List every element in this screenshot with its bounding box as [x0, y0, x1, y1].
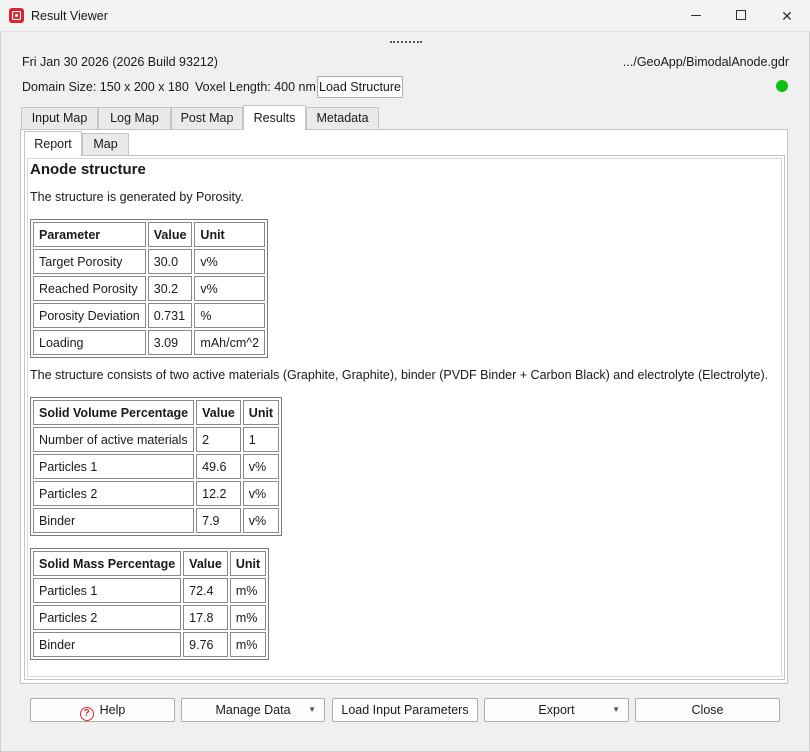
table-cell: Binder — [33, 632, 182, 657]
table-cell: 30.2 — [147, 276, 193, 301]
table-cell: m% — [229, 578, 267, 603]
table-cell: v% — [242, 481, 280, 506]
tab-metadata[interactable]: Metadata — [306, 107, 379, 129]
table-cell: v% — [242, 508, 280, 533]
table-cell: 7.9 — [196, 508, 241, 533]
table-cell: 2 — [196, 427, 241, 452]
table-header: Unit — [242, 400, 280, 425]
status-indicator — [776, 80, 788, 92]
table-header: Unit — [229, 551, 267, 576]
build-date-label: Fri Jan 30 2026 (2026 Build 93212) — [22, 55, 218, 69]
table-cell: Reached Porosity — [33, 276, 146, 301]
dropdown-arrow-icon: ▼ — [308, 705, 316, 714]
volume-table: Solid Volume Percentage Value Unit Numbe… — [30, 397, 283, 536]
table-cell: 1 — [242, 427, 280, 452]
table-cell: Particles 1 — [33, 454, 195, 479]
minimize-button[interactable] — [673, 0, 719, 32]
table-cell: v% — [242, 454, 280, 479]
table-header: Value — [196, 400, 241, 425]
table-row: Particles 2 12.2 v% — [33, 481, 280, 506]
subtab-report[interactable]: Report — [24, 131, 82, 156]
table-row: Number of active materials 2 1 — [33, 427, 280, 452]
title-bar: Result Viewer ✕ — [0, 0, 810, 32]
table-row: Target Porosity 30.0 v% — [33, 249, 266, 274]
close-window-button[interactable]: ✕ — [764, 0, 810, 32]
table-header: Value — [183, 551, 228, 576]
help-button[interactable]: ? Help — [30, 698, 175, 722]
table-cell: m% — [229, 605, 267, 630]
table-header: Unit — [194, 222, 266, 247]
splitter-grip[interactable] — [390, 41, 422, 45]
table-header-row: Solid Mass Percentage Value Unit — [33, 551, 267, 576]
table-header-row: Parameter Value Unit — [33, 222, 266, 247]
table-cell: v% — [194, 249, 266, 274]
table-cell: Target Porosity — [33, 249, 146, 274]
dropdown-arrow-icon: ▼ — [612, 705, 620, 714]
table-row: Binder 7.9 v% — [33, 508, 280, 533]
mass-table: Solid Mass Percentage Value Unit Particl… — [30, 548, 270, 660]
table-row: Particles 1 49.6 v% — [33, 454, 280, 479]
manage-data-label: Manage Data — [215, 703, 291, 717]
voxel-length-label: Voxel Length: 400 nm — [195, 80, 316, 94]
subtab-map[interactable]: Map — [82, 133, 129, 155]
table-cell: 9.76 — [183, 632, 228, 657]
table-cell: 3.09 — [147, 330, 193, 355]
help-button-label: Help — [99, 703, 126, 717]
table-header: Parameter — [33, 222, 146, 247]
table-row: Loading 3.09 mAh/cm^2 — [33, 330, 266, 355]
table-cell: 12.2 — [196, 481, 241, 506]
table-header: Solid Volume Percentage — [33, 400, 195, 425]
table-row: Particles 2 17.8 m% — [33, 605, 267, 630]
table-row: Particles 1 72.4 m% — [33, 578, 267, 603]
table-row: Porosity Deviation 0.731 % — [33, 303, 266, 328]
table-cell: 30.0 — [147, 249, 193, 274]
table-cell: Loading — [33, 330, 146, 355]
table-header-row: Solid Volume Percentage Value Unit — [33, 400, 280, 425]
export-label: Export — [538, 703, 575, 717]
table-cell: m% — [229, 632, 267, 657]
table-header: Value — [147, 222, 193, 247]
table-row: Binder 9.76 m% — [33, 632, 267, 657]
table-cell: 0.731 — [147, 303, 193, 328]
file-path-label: .../GeoApp/BimodalAnode.gdr — [622, 55, 789, 69]
load-structure-button[interactable]: Load Structure — [317, 76, 403, 98]
table-header: Solid Mass Percentage — [33, 551, 182, 576]
table-cell: mAh/cm^2 — [194, 330, 266, 355]
tab-input-map[interactable]: Input Map — [21, 107, 98, 129]
report-intro: The structure is generated by Porosity. — [30, 190, 244, 204]
porosity-table: Parameter Value Unit Target Porosity 30.… — [30, 219, 269, 358]
table-cell: Particles 1 — [33, 578, 182, 603]
load-input-parameters-button[interactable]: Load Input Parameters — [332, 698, 478, 722]
table-cell: v% — [194, 276, 266, 301]
report-composition: The structure consists of two active mat… — [30, 368, 769, 382]
manage-data-button[interactable]: Manage Data ▼ — [181, 698, 325, 722]
table-cell: Particles 2 — [33, 481, 195, 506]
maximize-button[interactable] — [718, 0, 764, 32]
tab-results[interactable]: Results — [243, 105, 306, 130]
table-cell: Number of active materials — [33, 427, 195, 452]
help-icon: ? — [79, 707, 94, 721]
table-cell: 49.6 — [196, 454, 241, 479]
app-logo-icon — [9, 8, 24, 23]
window-title: Result Viewer — [31, 9, 108, 23]
domain-size-label: Domain Size: 150 x 200 x 180 — [22, 80, 189, 94]
table-cell: 72.4 — [183, 578, 228, 603]
table-row: Reached Porosity 30.2 v% — [33, 276, 266, 301]
export-button[interactable]: Export ▼ — [484, 698, 629, 722]
report-title: Anode structure — [30, 161, 146, 178]
close-button[interactable]: Close — [635, 698, 780, 722]
table-cell: Particles 2 — [33, 605, 182, 630]
table-cell: Binder — [33, 508, 195, 533]
tab-post-map[interactable]: Post Map — [171, 107, 243, 129]
table-cell: % — [194, 303, 266, 328]
table-cell: Porosity Deviation — [33, 303, 146, 328]
table-cell: 17.8 — [183, 605, 228, 630]
tab-log-map[interactable]: Log Map — [98, 107, 171, 129]
